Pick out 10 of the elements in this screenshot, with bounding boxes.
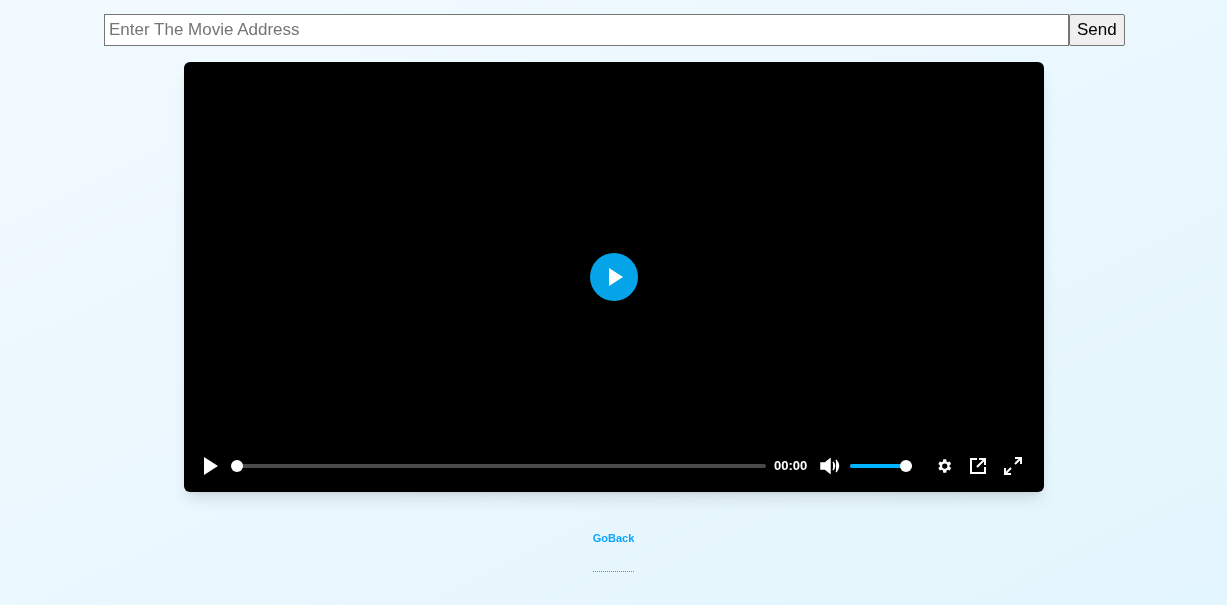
seek-handle[interactable] bbox=[231, 460, 243, 472]
play-button-icon[interactable] bbox=[590, 253, 638, 301]
send-button[interactable]: Send bbox=[1069, 14, 1125, 46]
play-icon[interactable] bbox=[202, 456, 218, 476]
fullscreen-icon[interactable] bbox=[1004, 457, 1023, 475]
volume-icon[interactable] bbox=[820, 457, 841, 475]
volume-handle[interactable] bbox=[900, 460, 913, 472]
time-display: 00:00 bbox=[774, 457, 808, 476]
popout-icon[interactable] bbox=[969, 457, 988, 475]
address-field[interactable]: Enter The Movie Address bbox=[104, 14, 1069, 46]
